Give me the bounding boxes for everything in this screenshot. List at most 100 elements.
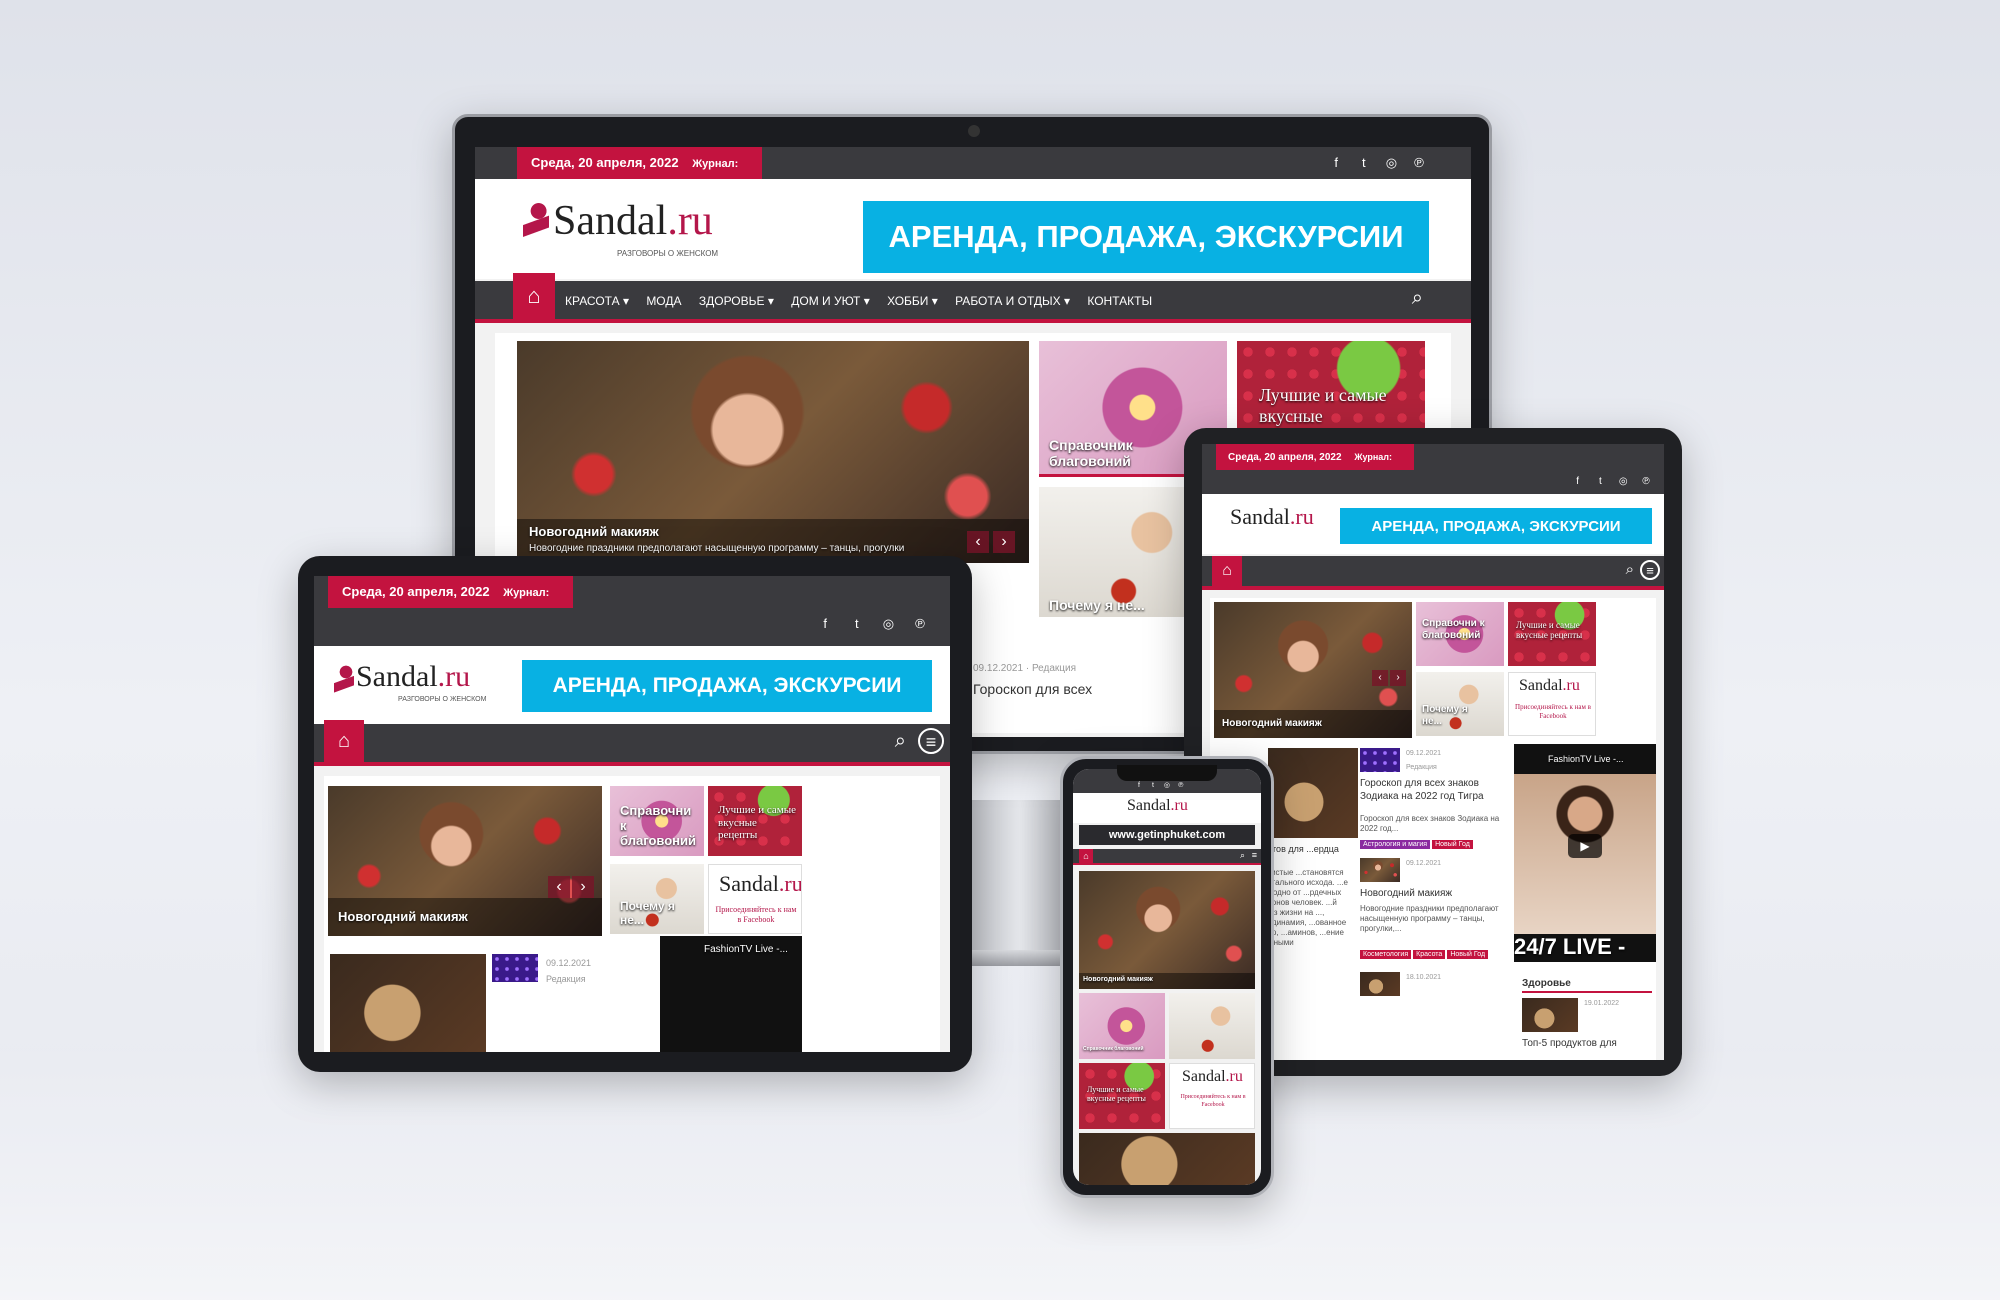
- home-icon[interactable]: ⌂: [324, 720, 364, 762]
- header: Sandal.ru РАЗГОВОРЫ О ЖЕНСКОМ АРЕНДА, ПР…: [314, 646, 950, 724]
- article-title[interactable]: Гороскоп для всех: [973, 681, 1092, 699]
- health-thumb[interactable]: [1522, 998, 1578, 1032]
- menu-icon[interactable]: ≡: [1640, 560, 1660, 580]
- twitter-icon[interactable]: t: [1352, 155, 1376, 170]
- search-icon[interactable]: ⌕: [895, 730, 906, 753]
- tag-newyear[interactable]: Новый Год: [1432, 840, 1473, 849]
- card-why[interactable]: Почему я не...: [610, 864, 704, 934]
- instagram-icon[interactable]: ◎: [1613, 476, 1633, 487]
- top-bar: Среда, 20 апреля, 2022 Журнал: f t ◎ ℗: [314, 576, 950, 646]
- article-thumb[interactable]: [492, 954, 538, 982]
- featured-card[interactable]: Новогодний макияж ‹ ›: [1214, 602, 1412, 738]
- tag-cosmetology[interactable]: Косметология: [1360, 950, 1412, 959]
- ad-banner[interactable]: АРЕНДА, ПРОДАЖА, ЭКСКУРСИИ: [522, 660, 932, 712]
- facebook-icon[interactable]: f: [1568, 476, 1588, 487]
- nav-item-work[interactable]: РАБОТА И ОТДЫХ ▾: [955, 294, 1070, 308]
- facebook-widget[interactable]: Sandal.ru Присоединяйтесь к нам в Facebo…: [1508, 672, 1596, 736]
- card-tasty[interactable]: Лучшие и самые вкусные рецепты: [1508, 602, 1596, 666]
- nav-item-health[interactable]: ЗДОРОВЬЕ ▾: [699, 294, 774, 308]
- site-logo[interactable]: Sandal.ru: [1127, 797, 1188, 815]
- facebook-widget[interactable]: Sandal.ru Присоединяйтесь к нам в Facebo…: [1169, 1063, 1255, 1129]
- video-widget[interactable]: FashionTV Live -...: [660, 936, 802, 1052]
- next-arrow[interactable]: ›: [993, 531, 1015, 553]
- content-area: Новогодний макияж ‹ › Справочни к благов…: [324, 776, 940, 1052]
- pinterest-icon[interactable]: ℗: [1636, 476, 1656, 487]
- article-image[interactable]: [1079, 1133, 1255, 1185]
- ad-banner[interactable]: АРЕНДА, ПРОДАЖА, ЭКСКУРСИИ: [863, 201, 1429, 273]
- search-icon[interactable]: ⌕: [1412, 287, 1423, 310]
- instagram-icon[interactable]: ◎: [874, 616, 902, 632]
- card-why[interactable]: [1169, 993, 1255, 1059]
- article-meta: 09.12.2021: [546, 958, 592, 968]
- ad-banner[interactable]: АРЕНДА, ПРОДАЖА, ЭКСКУРСИИ: [1340, 508, 1652, 544]
- nav-item-contacts[interactable]: КОНТАКТЫ: [1087, 294, 1152, 308]
- search-icon[interactable]: ⌕: [1240, 850, 1245, 861]
- next-arrow[interactable]: ›: [1390, 670, 1406, 686]
- ad-banner[interactable]: www.getinphuket.com: [1079, 825, 1255, 845]
- health-title[interactable]: Топ-5 продуктов для: [1522, 1038, 1652, 1051]
- video-widget[interactable]: FashionTV Live -... ▶ 24/7 LIVE - HD: [1514, 744, 1656, 962]
- card-incense-title: Справочни к благовоний: [1422, 618, 1485, 641]
- pinterest-icon[interactable]: ℗: [1407, 155, 1431, 170]
- search-icon[interactable]: ⌕: [1626, 561, 1634, 578]
- featured-card[interactable]: Новогодний макияж ‹ ›: [328, 786, 602, 936]
- facebook-icon[interactable]: f: [811, 616, 839, 631]
- card-tasty-title: Лучшие и самые вкусные рецепты: [1516, 620, 1583, 641]
- twitter-icon[interactable]: t: [1147, 782, 1159, 789]
- prev-arrow[interactable]: ‹: [548, 876, 570, 898]
- facebook-icon[interactable]: f: [1324, 155, 1348, 170]
- main-nav: ⌂ КРАСОТА ▾ МОДА ЗДОРОВЬЕ ▾ ДОМ И УЮТ ▾ …: [475, 273, 1471, 323]
- prev-arrow[interactable]: ‹: [967, 531, 989, 553]
- twitter-icon[interactable]: t: [843, 616, 871, 631]
- site-logo[interactable]: Sandal.ru: [356, 660, 470, 694]
- tag-beauty[interactable]: Красота: [1413, 950, 1446, 959]
- pinterest-icon[interactable]: ℗: [1175, 782, 1187, 789]
- prev-arrow[interactable]: ‹: [1372, 670, 1388, 686]
- nav-item-hobby[interactable]: ХОББИ ▾: [887, 294, 938, 308]
- site-tagline: РАЗГОВОРЫ О ЖЕНСКОМ: [398, 696, 487, 703]
- home-icon[interactable]: ⌂: [1212, 556, 1242, 586]
- nav-item-beauty[interactable]: КРАСОТА ▾: [565, 294, 629, 308]
- facebook-icon[interactable]: f: [1133, 782, 1145, 789]
- instagram-icon[interactable]: ◎: [1161, 781, 1173, 789]
- card-incense[interactable]: Справочник благовоний: [1079, 993, 1165, 1059]
- card-incense[interactable]: Справочни к благовоний: [610, 786, 704, 856]
- home-icon[interactable]: ⌂: [513, 273, 555, 319]
- article-image[interactable]: [330, 954, 486, 1052]
- pinterest-icon[interactable]: ℗: [906, 616, 934, 631]
- home-icon[interactable]: ⌂: [1079, 849, 1093, 863]
- tag-astrology[interactable]: Астрология и магия: [1360, 840, 1431, 849]
- social-links: f t ◎ ℗: [811, 616, 934, 632]
- next-arrow[interactable]: ›: [572, 876, 594, 898]
- article-image[interactable]: [1268, 748, 1358, 838]
- fb-join-text: Присоединяйтесь к нам в Facebook: [715, 905, 797, 924]
- menu-icon[interactable]: ≡: [1252, 850, 1257, 860]
- site-logo[interactable]: Sandal.ru: [553, 197, 713, 245]
- fb-logo: Sandal.ru: [719, 871, 802, 896]
- instagram-icon[interactable]: ◎: [1379, 155, 1403, 171]
- social-links: f t ◎ ℗: [1133, 781, 1187, 789]
- main-nav: ⌂ ⌕ ≡: [1202, 556, 1664, 590]
- featured-card[interactable]: Новогодний макияж: [1079, 871, 1255, 989]
- play-icon[interactable]: ▶: [1568, 834, 1602, 858]
- menu-icon[interactable]: ≡: [918, 728, 944, 754]
- card-why[interactable]: Почему я не...: [1416, 672, 1504, 736]
- makeup-thumb[interactable]: [1360, 858, 1400, 882]
- makeup-title[interactable]: Новогодний макияж: [1360, 888, 1506, 901]
- card-tasty[interactable]: Лучшие и самые вкусные рецепты: [1079, 1063, 1165, 1129]
- article3-thumb[interactable]: [1360, 972, 1400, 996]
- tag-newyear[interactable]: Новый Год: [1447, 950, 1489, 959]
- horoscope-title[interactable]: Гороскоп для всех знаков Зодиака на 2022…: [1360, 778, 1506, 803]
- card-incense[interactable]: Справочни к благовоний: [1416, 602, 1504, 666]
- video-title: FashionTV Live -...: [704, 944, 788, 955]
- facebook-widget[interactable]: Sandal.ru Присоединяйтесь к нам в Facebo…: [708, 864, 802, 934]
- nav-item-fashion[interactable]: МОДА: [646, 294, 681, 308]
- card-tasty[interactable]: Лучшие и самые вкусные рецепты: [708, 786, 802, 856]
- date-strip: Среда, 20 апреля, 2022 Журнал:: [328, 576, 574, 608]
- site-logo[interactable]: Sandal.ru: [1230, 504, 1314, 530]
- twitter-icon[interactable]: t: [1590, 476, 1610, 487]
- featured-card[interactable]: Новогодний макияж Новогодние праздники п…: [517, 341, 1029, 563]
- floor-reflection: [0, 1040, 2000, 1300]
- article-thumb[interactable]: [1360, 748, 1400, 772]
- nav-item-home[interactable]: ДОМ И УЮТ ▾: [791, 294, 870, 308]
